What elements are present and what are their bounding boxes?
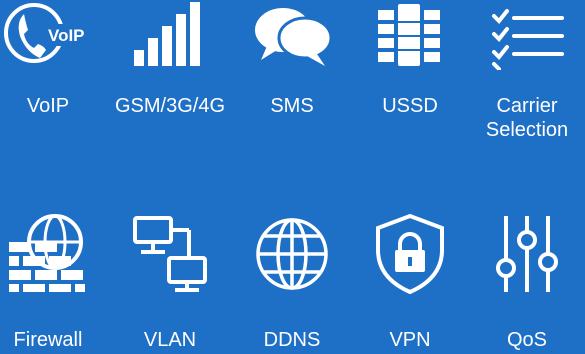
feature-sms[interactable]: SMS <box>232 0 352 120</box>
feature-ddns[interactable]: DDNS <box>232 212 352 351</box>
keypad-grid-icon <box>350 0 470 80</box>
shield-lock-icon <box>350 212 470 295</box>
network-monitors-icon <box>110 212 230 292</box>
feature-label: QoS <box>506 329 548 351</box>
feature-vpn[interactable]: VPN <box>350 212 470 351</box>
feature-gsm[interactable]: GSM/3G/4G <box>110 0 230 120</box>
feature-label: Carrier Selection <box>485 95 569 141</box>
chat-bubbles-icon <box>232 0 352 80</box>
feature-label: USSD <box>382 95 438 117</box>
checklist-icon <box>467 0 585 80</box>
feature-vlan[interactable]: VLAN <box>110 212 230 351</box>
globe-icon <box>232 212 352 292</box>
voip-phone-icon: VoIP <box>0 0 108 80</box>
feature-label: GSM/3G/4G <box>114 95 226 117</box>
feature-ussd[interactable]: USSD <box>350 0 470 120</box>
feature-qos[interactable]: QoS <box>467 212 585 351</box>
feature-firewall[interactable]: Firewall <box>0 212 108 351</box>
feature-voip[interactable]: VoIP VoIP <box>0 0 108 120</box>
feature-carrier-selection[interactable]: Carrier Selection <box>467 0 585 141</box>
feature-label: VLAN <box>143 329 197 351</box>
feature-grid: VoIP VoIP GSM/3G/4G SMS USSD Carrier Sel… <box>0 0 585 354</box>
signal-bars-icon <box>110 0 230 80</box>
voip-badge-text: VoIP <box>48 26 85 45</box>
sliders-icon <box>467 212 585 292</box>
brick-wall-globe-icon <box>0 212 108 292</box>
